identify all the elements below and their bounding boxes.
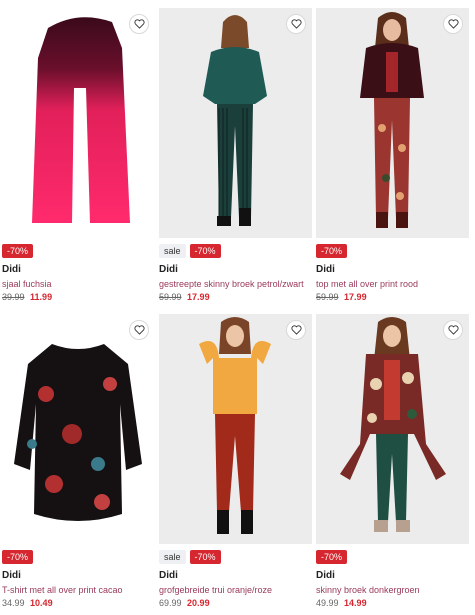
product-title[interactable]: top met all over print rood xyxy=(316,279,469,289)
old-price: 69.99 xyxy=(159,598,182,608)
product-title[interactable]: T-shirt met all over print cacao xyxy=(2,585,155,595)
product-brand[interactable]: Didi xyxy=(159,264,312,275)
new-price: 11.99 xyxy=(30,292,53,302)
new-price: 20.99 xyxy=(187,598,210,608)
wishlist-heart-icon[interactable] xyxy=(286,14,306,34)
model-image xyxy=(340,317,446,532)
product-brand[interactable]: Didi xyxy=(2,264,155,275)
product-prices: 39.99 11.99 xyxy=(2,292,155,302)
badges: -70% xyxy=(316,550,469,564)
product-card[interactable]: sale -70% Didi gestreepte skinny broek p… xyxy=(159,8,312,302)
product-prices: 49.99 14.99 xyxy=(316,598,469,608)
product-brand[interactable]: Didi xyxy=(316,570,469,581)
wishlist-heart-icon[interactable] xyxy=(286,320,306,340)
model-image xyxy=(199,317,271,534)
product-brand[interactable]: Didi xyxy=(2,570,155,581)
product-card[interactable]: -70% Didi T-shirt met all over print cac… xyxy=(2,314,155,608)
product-brand[interactable]: Didi xyxy=(316,264,469,275)
badges: -70% xyxy=(2,550,155,564)
discount-badge: -70% xyxy=(2,244,34,258)
product-card[interactable]: sale -70% Didi grofgebreide trui oranje/… xyxy=(159,314,312,608)
product-image[interactable] xyxy=(2,8,155,238)
product-prices: 34.99 10.49 xyxy=(2,598,155,608)
discount-badge: -70% xyxy=(189,550,221,564)
product-card[interactable]: -70% Didi sjaal fuchsia 39.99 11.99 xyxy=(2,8,155,302)
sale-badge: sale xyxy=(159,244,186,258)
new-price: 17.99 xyxy=(344,292,367,302)
new-price: 17.99 xyxy=(187,292,210,302)
product-title[interactable]: sjaal fuchsia xyxy=(2,279,155,289)
old-price: 59.99 xyxy=(316,292,339,302)
model-image xyxy=(203,15,267,226)
scarf-image xyxy=(32,17,130,224)
product-prices: 69.99 20.99 xyxy=(159,598,312,608)
product-brand[interactable]: Didi xyxy=(159,570,312,581)
model-image xyxy=(360,12,424,228)
badges: sale -70% xyxy=(159,244,312,258)
product-title[interactable]: grofgebreide trui oranje/roze xyxy=(159,585,312,595)
old-price: 34.99 xyxy=(2,598,25,608)
discount-badge: -70% xyxy=(316,550,348,564)
old-price: 59.99 xyxy=(159,292,182,302)
sale-badge: sale xyxy=(159,550,186,564)
badges: -70% xyxy=(316,244,469,258)
discount-badge: -70% xyxy=(2,550,34,564)
product-image[interactable] xyxy=(159,8,312,238)
new-price: 14.99 xyxy=(344,598,367,608)
product-image[interactable] xyxy=(316,314,469,544)
badges: sale -70% xyxy=(159,550,312,564)
old-price: 49.99 xyxy=(316,598,339,608)
badges: -70% xyxy=(2,244,155,258)
wishlist-heart-icon[interactable] xyxy=(129,14,149,34)
product-image[interactable] xyxy=(159,314,312,544)
wishlist-heart-icon[interactable] xyxy=(443,320,463,340)
new-price: 10.49 xyxy=(30,598,53,608)
wishlist-heart-icon[interactable] xyxy=(443,14,463,34)
product-image[interactable] xyxy=(2,314,155,544)
wishlist-heart-icon[interactable] xyxy=(129,320,149,340)
discount-badge: -70% xyxy=(189,244,221,258)
tshirt-image xyxy=(14,344,142,521)
old-price: 39.99 xyxy=(2,292,25,302)
product-card[interactable]: -70% Didi top met all over print rood 59… xyxy=(316,8,469,302)
product-prices: 59.99 17.99 xyxy=(159,292,312,302)
product-title[interactable]: skinny broek donkergroen xyxy=(316,585,469,595)
product-title[interactable]: gestreepte skinny broek petrol/zwart xyxy=(159,279,312,289)
discount-badge: -70% xyxy=(316,244,348,258)
product-card[interactable]: -70% Didi skinny broek donkergroen 49.99… xyxy=(316,314,469,608)
product-prices: 59.99 17.99 xyxy=(316,292,469,302)
product-image[interactable] xyxy=(316,8,469,238)
product-grid: -70% Didi sjaal fuchsia 39.99 11.99 sale… xyxy=(0,0,475,608)
